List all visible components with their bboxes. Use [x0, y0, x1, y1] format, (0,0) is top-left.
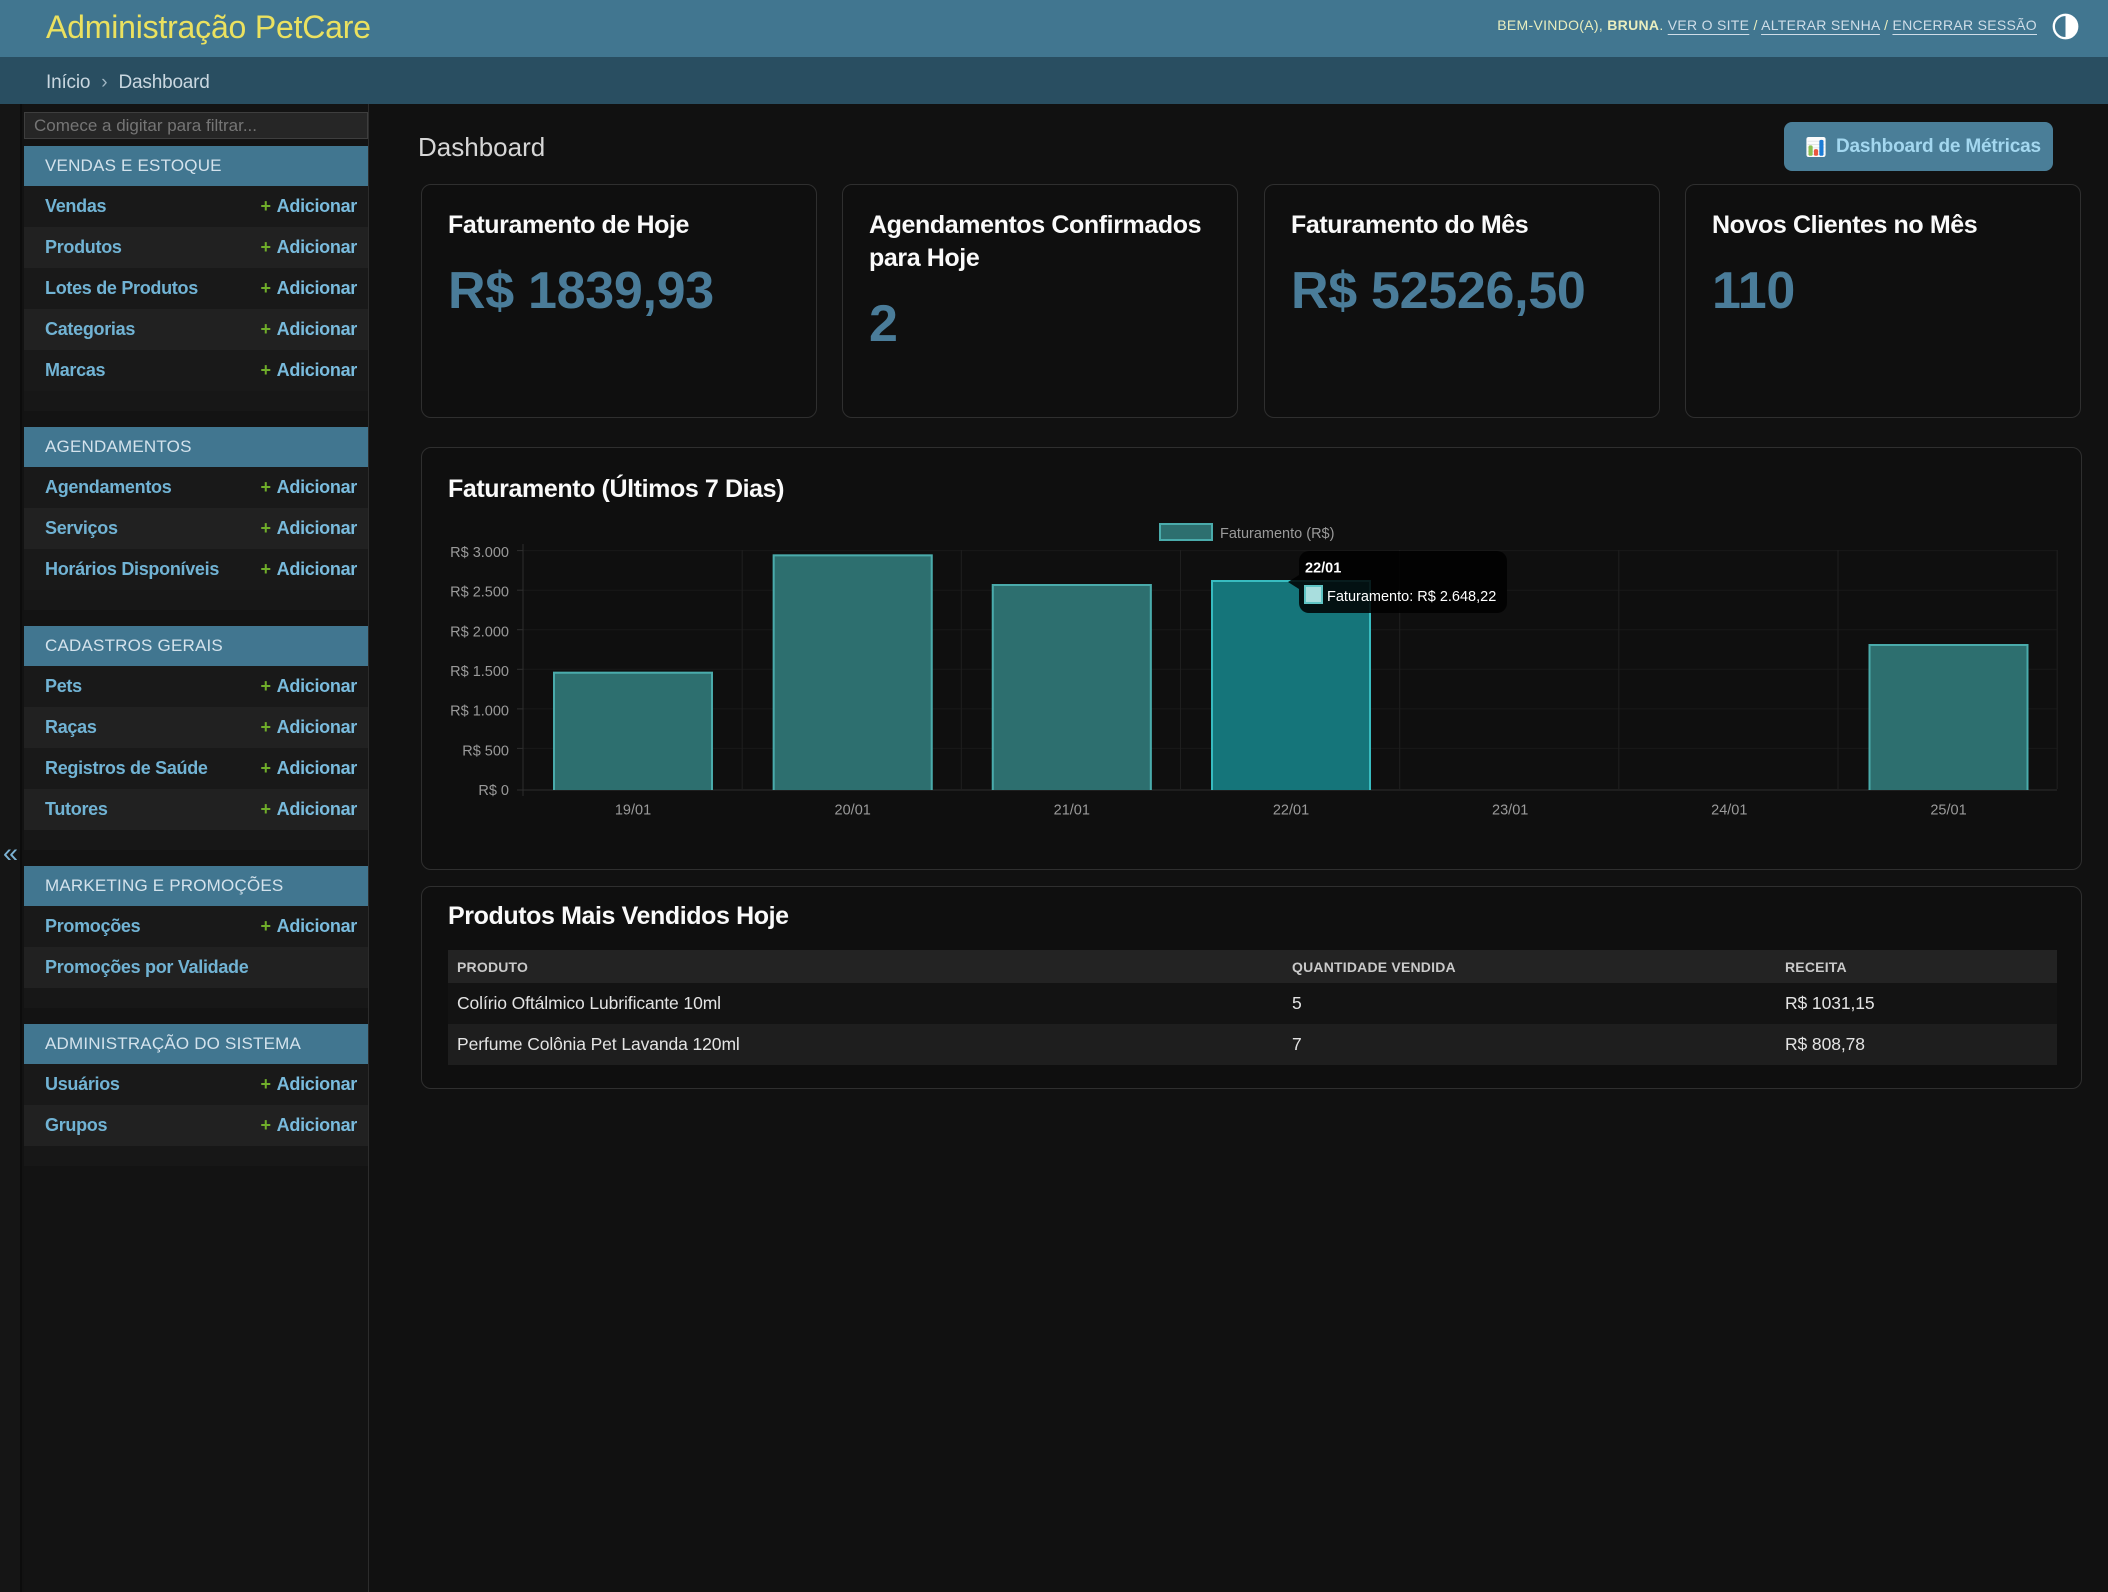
- svg-text:R$ 3.000: R$ 3.000: [450, 545, 509, 561]
- svg-text:R$ 2.500: R$ 2.500: [450, 585, 509, 601]
- svg-text:23/01: 23/01: [1492, 803, 1528, 819]
- svg-text:24/01: 24/01: [1711, 803, 1747, 819]
- svg-text:22/01: 22/01: [1305, 561, 1341, 577]
- svg-text:R$ 0: R$ 0: [478, 783, 509, 799]
- svg-text:Faturamento (R$): Faturamento (R$): [1220, 526, 1334, 542]
- svg-text:Faturamento: R$ 2.648,22: Faturamento: R$ 2.648,22: [1327, 589, 1496, 605]
- svg-text:25/01: 25/01: [1930, 803, 1966, 819]
- svg-text:R$ 2.000: R$ 2.000: [450, 624, 509, 640]
- svg-text:Faturamento (Últimos 7 Dias): Faturamento (Últimos 7 Dias): [448, 473, 784, 503]
- svg-text:R$ 1.000: R$ 1.000: [450, 704, 509, 720]
- svg-text:20/01: 20/01: [835, 803, 871, 819]
- svg-text:R$ 500: R$ 500: [462, 744, 509, 760]
- svg-text:21/01: 21/01: [1054, 803, 1090, 819]
- svg-text:22/01: 22/01: [1273, 803, 1309, 819]
- svg-text:R$ 1.500: R$ 1.500: [450, 664, 509, 680]
- svg-text:19/01: 19/01: [615, 803, 651, 819]
